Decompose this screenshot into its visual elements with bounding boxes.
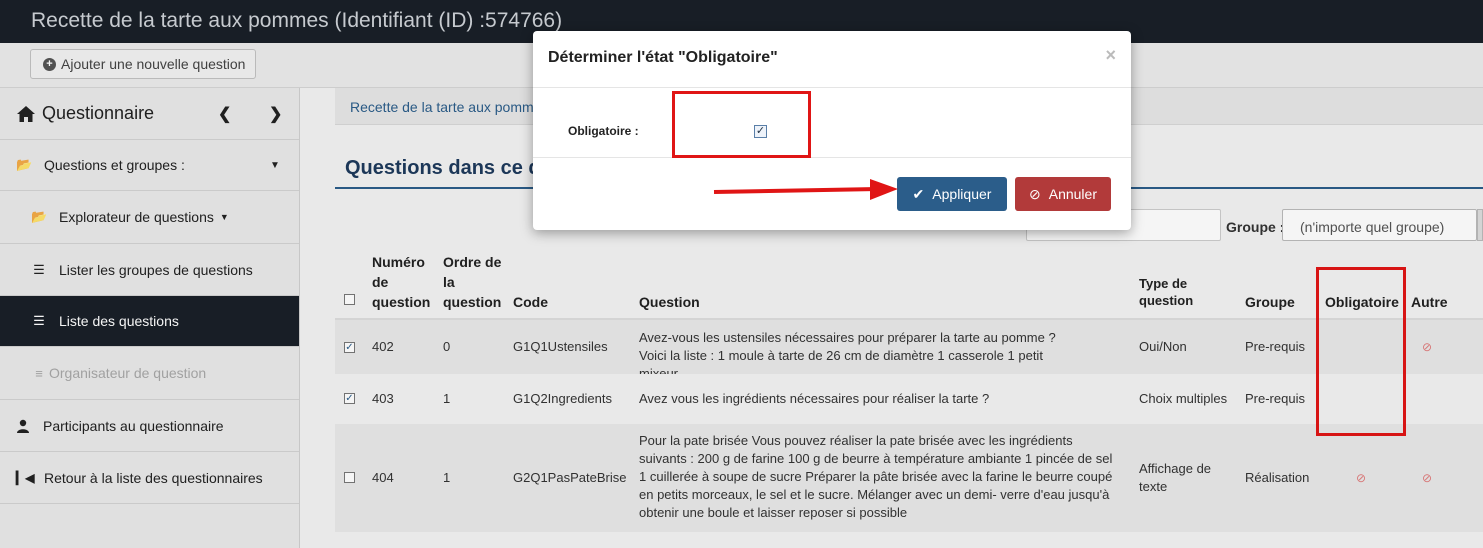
- cancel-button[interactable]: ⊘ Annuler: [1015, 177, 1111, 211]
- modal-footer-divider: [533, 157, 1131, 158]
- annotation-box-checkbox: [672, 91, 811, 158]
- mandatory-label: Obligatoire :: [568, 124, 639, 138]
- apply-label: Appliquer: [932, 186, 992, 202]
- apply-button[interactable]: ✔ Appliquer: [897, 177, 1007, 211]
- check-icon: ✔: [912, 185, 925, 202]
- annotation-arrow: [713, 179, 898, 200]
- modal-header-divider: [533, 87, 1131, 88]
- modal-title: Déterminer l'état "Obligatoire": [548, 49, 778, 66]
- cancel-label: Annuler: [1048, 186, 1097, 202]
- cancel-icon: ⊘: [1029, 185, 1041, 202]
- close-icon[interactable]: ×: [1105, 45, 1116, 66]
